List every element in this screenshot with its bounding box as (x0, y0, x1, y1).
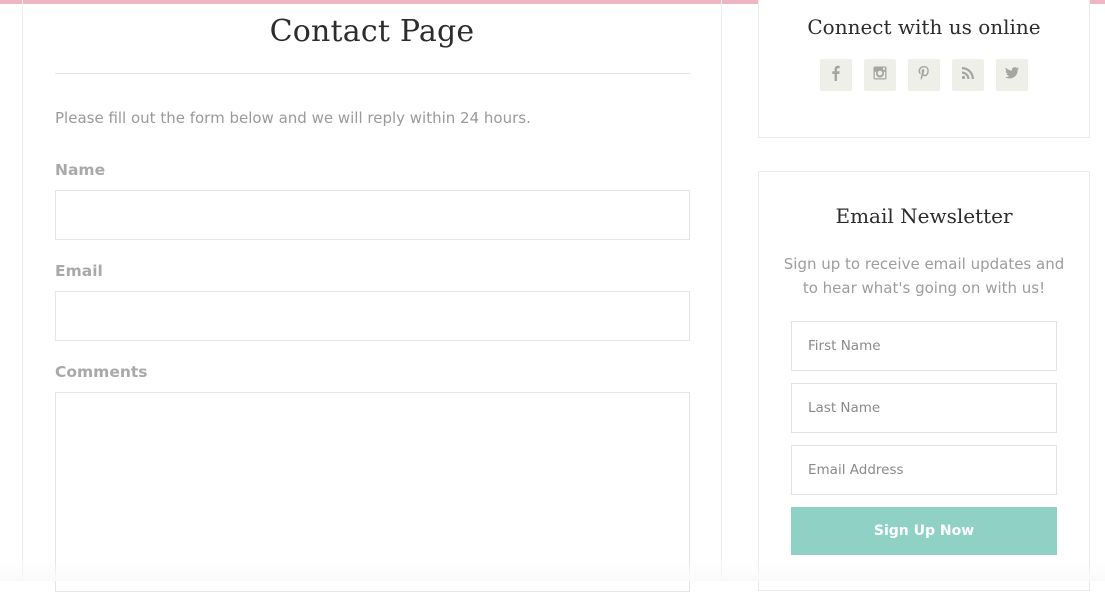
name-input[interactable] (55, 190, 690, 240)
newsletter-title: Email Newsletter (835, 204, 1013, 228)
intro-text: Please fill out the form below and we wi… (55, 109, 531, 127)
rss-button[interactable] (952, 59, 984, 91)
social-icons (759, 59, 1089, 91)
social-widget: Connect with us online (758, 0, 1090, 138)
instagram-button[interactable] (864, 59, 896, 91)
twitter-button[interactable] (996, 59, 1028, 91)
sign-up-button[interactable]: Sign Up Now (791, 507, 1057, 555)
newsletter-widget: Email Newsletter Sign up to receive emai… (758, 171, 1090, 591)
newsletter-description: Sign up to receive email updates and to … (783, 255, 1065, 297)
instagram-icon (872, 65, 888, 85)
title-divider (55, 73, 690, 74)
contact-content: Contact Page Please fill out the form be… (22, 0, 722, 592)
name-label: Name (55, 161, 106, 179)
pinterest-icon (916, 65, 932, 85)
pinterest-button[interactable] (908, 59, 940, 91)
rss-icon (960, 65, 976, 85)
first-name-input[interactable] (791, 321, 1057, 371)
comments-textarea[interactable] (55, 392, 690, 592)
comments-label: Comments (55, 363, 148, 381)
social-title: Connect with us online (807, 15, 1041, 39)
email-input[interactable] (55, 291, 690, 341)
last-name-input[interactable] (791, 383, 1057, 433)
email-label: Email (55, 262, 103, 280)
twitter-icon (1004, 65, 1020, 85)
facebook-button[interactable] (820, 59, 852, 91)
page-title: Contact Page (269, 14, 475, 49)
facebook-icon (828, 65, 844, 85)
email-address-input[interactable] (791, 445, 1057, 495)
